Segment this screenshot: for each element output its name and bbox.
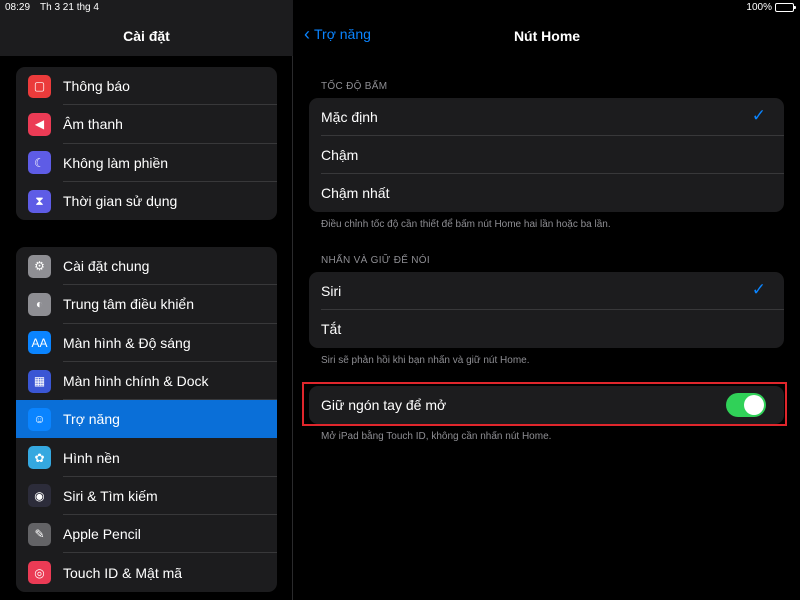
page-title: Nút Home (513, 28, 581, 44)
sidebar-item[interactable]: ☾ Không làm phiền (16, 144, 277, 182)
press-hold-card: Siri ✓ Tắt (309, 272, 784, 348)
sidebar-item[interactable]: ▢ Thông báo (16, 67, 277, 106)
click-speed-footer: Điều chỉnh tốc độ cần thiết để bấm nút H… (321, 219, 611, 230)
sidebar-item-label: Màn hình chính & Dock (63, 373, 209, 390)
sidebar-item[interactable]: ◀ Âm thanh (16, 105, 277, 144)
option-label: Siri (321, 283, 342, 299)
bell-icon: ▢ (28, 74, 51, 98)
sidebar-item-label: Thời gian sử dụng (63, 193, 178, 210)
siri-icon: ◉ (28, 484, 51, 508)
sidebar-group-general: ⚙ Cài đặt chung ◐ Trung tâm điều khiển AA Màn… (16, 247, 277, 592)
battery-icon (775, 3, 796, 12)
checkmark-icon: ✓ (751, 280, 766, 299)
rest-finger-card: Giữ ngón tay để mở (309, 386, 784, 424)
speaker-icon: ◀ (28, 112, 51, 136)
sidebar-item-label: Apple Pencil (63, 526, 141, 543)
click-speed-option-slowest[interactable]: Chậm nhất (309, 174, 784, 212)
sidebar-item[interactable]: ◎ Touch ID & Mật mã (16, 553, 277, 591)
rest-finger-to-open-row: Giữ ngón tay để mở (309, 386, 784, 424)
checkmark-icon: ✓ (751, 106, 766, 125)
click-speed-option-default[interactable]: Mặc định ✓ (309, 98, 784, 136)
toggle-knob (744, 395, 764, 415)
sidebar-item-label: Âm thanh (63, 116, 123, 133)
gear-icon: ⚙ (28, 254, 51, 278)
accessibility-icon: ☺ (28, 407, 51, 431)
hourglass-icon: ⧗ (28, 189, 51, 213)
sidebar-item-label: Trợ năng (63, 411, 120, 428)
sidebar-item-label: Cài đặt chung (63, 258, 150, 275)
sidebar-item-label: Màn hình & Độ sáng (63, 334, 191, 351)
sidebar-item-label: Thông báo (63, 78, 130, 95)
status-bar: 08:29 Th 3 21 thg 4 100% (0, 0, 800, 16)
status-time: 08:29 (5, 2, 31, 13)
click-speed-card: Mặc định ✓ Chậm Chậm nhất (309, 98, 784, 212)
pencil-icon: ✎ (28, 522, 51, 546)
sidebar-item[interactable]: ⚙ Cài đặt chung (16, 247, 277, 286)
click-speed-option-slow[interactable]: Chậm (309, 136, 784, 174)
settings-sidebar: Cài đặt ▢ Thông báo ◀ Âm thanh ☾ Không làm ph… (0, 0, 293, 600)
click-speed-header: TỐC ĐỘ BẤM (321, 81, 388, 92)
sidebar-item-label: Hình nền (63, 449, 120, 466)
status-date: Th 3 21 thg 4 (40, 2, 99, 13)
toggles-icon: ◐ (28, 292, 51, 316)
option-label: Mặc định (321, 109, 378, 125)
rest-finger-footer: Mở iPad bằng Touch ID, không cần nhấn nú… (321, 431, 552, 442)
press-hold-option-off[interactable]: Tắt (309, 310, 784, 348)
home-button-settings-pane: ‹ Trợ năng Nút Home TỐC ĐỘ BẤM Mặc định … (294, 0, 800, 600)
press-hold-header: NHẤN VÀ GIỮ ĐỂ NÓI (321, 255, 430, 266)
press-hold-footer: Siri sẽ phản hồi khi bạn nhấn và giữ nút… (321, 355, 530, 366)
sidebar-item[interactable]: ⧗ Thời gian sử dụng (16, 182, 277, 220)
sidebar-item[interactable]: ◉ Siri & Tìm kiếm (16, 477, 277, 516)
sidebar-group-notifications: ▢ Thông báo ◀ Âm thanh ☾ Không làm phiền ⧗ Thời… (16, 67, 277, 221)
option-label: Chậm (321, 147, 359, 163)
sidebar-item-label: Không làm phiền (63, 154, 169, 171)
option-label: Chậm nhất (321, 185, 390, 201)
grid-icon: ▦ (28, 369, 51, 393)
sidebar-item[interactable]: ▦ Màn hình chính & Dock (16, 362, 277, 401)
sidebar-item[interactable]: AA Màn hình & Độ sáng (16, 324, 277, 362)
option-label: Tắt (321, 321, 342, 337)
sidebar-item[interactable]: ◐ Trung tâm điều khiển (16, 285, 277, 324)
sidebar-title: Cài đặt (123, 28, 170, 44)
sidebar-item-label: Trung tâm điều khiển (63, 296, 194, 313)
sidebar-item[interactable]: ✿ Hình nền (16, 438, 277, 477)
sidebar-item-label: Touch ID & Mật mã (63, 564, 183, 581)
sidebar-item[interactable]: ☺ Trợ năng (16, 400, 277, 439)
rest-finger-label: Giữ ngón tay để mở (321, 397, 447, 413)
text-size-icon: AA (28, 331, 51, 355)
rest-finger-toggle[interactable] (726, 393, 766, 417)
sidebar-item[interactable]: ✎ Apple Pencil (16, 515, 277, 554)
press-hold-option-siri[interactable]: Siri ✓ (309, 272, 784, 310)
battery-percentage: 100% (746, 2, 772, 13)
flower-icon: ✿ (28, 446, 51, 470)
sidebar-item-label: Siri & Tìm kiếm (63, 487, 158, 504)
moon-icon: ☾ (28, 151, 51, 175)
fingerprint-icon: ◎ (28, 561, 51, 585)
